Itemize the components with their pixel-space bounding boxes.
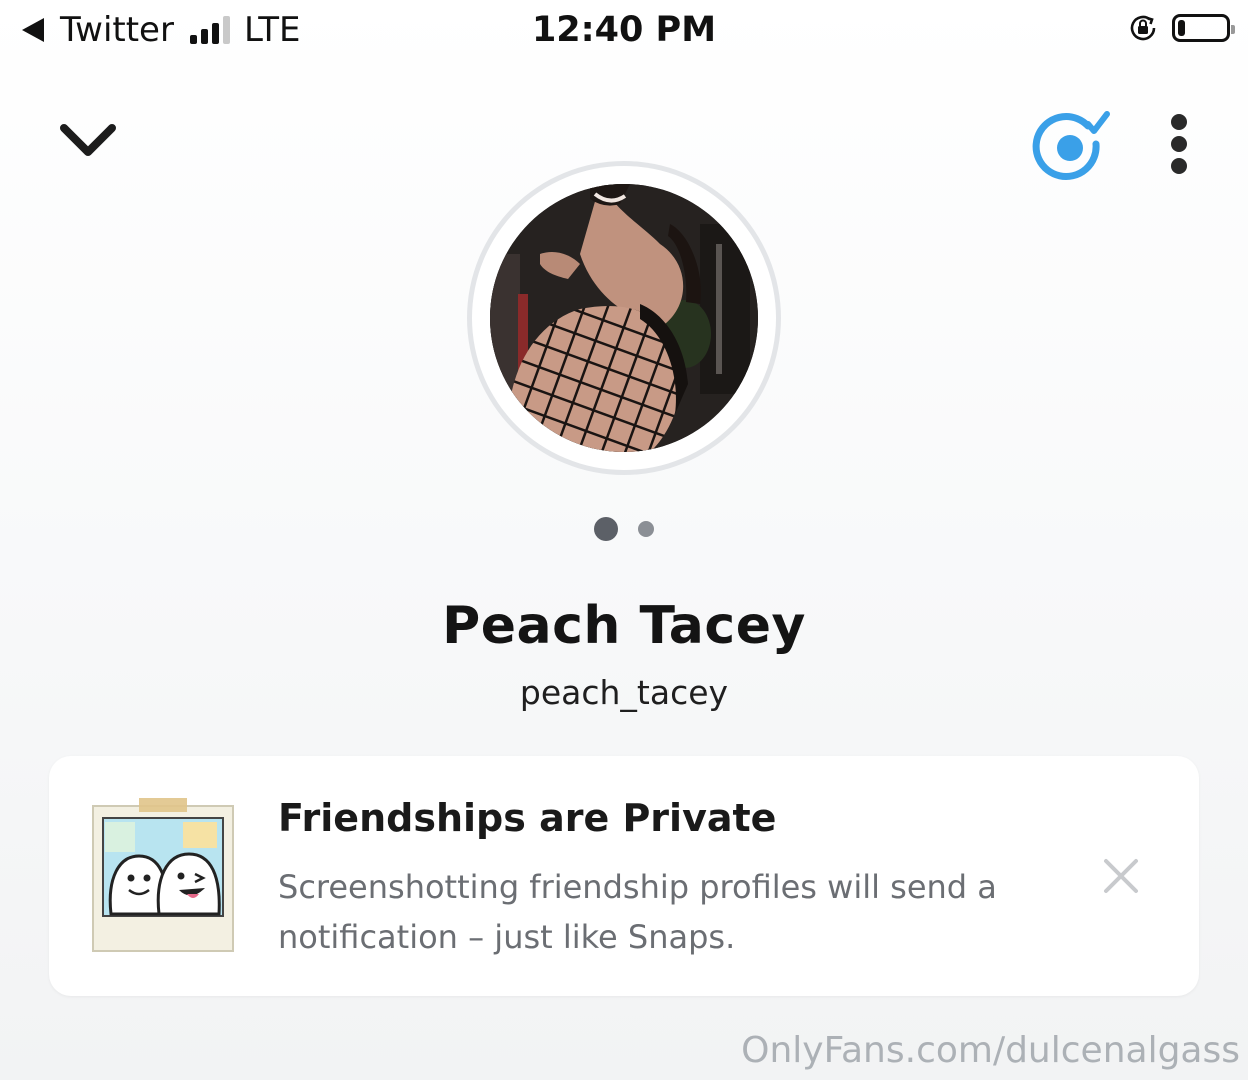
- chevron-down-icon[interactable]: [58, 118, 118, 164]
- status-bar: Twitter LTE 12:40 PM: [0, 0, 1248, 70]
- battery-fill: [1178, 20, 1185, 36]
- card-body: Screenshotting friendship profiles will …: [278, 868, 997, 956]
- display-name: Peach Tacey: [442, 596, 806, 656]
- vertical-ellipsis-icon[interactable]: [1166, 112, 1192, 178]
- story-ring-icon[interactable]: [1030, 106, 1110, 186]
- close-icon[interactable]: [1103, 858, 1139, 894]
- watermark: OnlyFans.com/dulcenalgass: [741, 1030, 1240, 1071]
- status-indicators: [1128, 13, 1235, 43]
- status-time: 12:40 PM: [531, 10, 717, 50]
- battery-tip: [1231, 25, 1235, 34]
- battery-icon: [1172, 14, 1235, 42]
- rotation-lock-icon: [1130, 15, 1156, 41]
- profile-screen: Twitter LTE 12:40 PM Peach Tacey peach_t…: [0, 0, 1248, 1080]
- username: peach_tacey: [519, 673, 729, 712]
- avatar: [490, 184, 758, 452]
- avatar-photo: [490, 184, 758, 452]
- pager-dot-active[interactable]: [594, 517, 618, 541]
- friendship-privacy-card: Friendships are Private Screenshotting f…: [49, 756, 1199, 996]
- avatar-ring[interactable]: [472, 166, 776, 470]
- polaroid-ghosts-icon: [92, 798, 234, 952]
- pager-dot[interactable]: [638, 521, 654, 537]
- photo-pager: [0, 517, 1248, 541]
- card-title: Friendships are Private: [278, 796, 777, 840]
